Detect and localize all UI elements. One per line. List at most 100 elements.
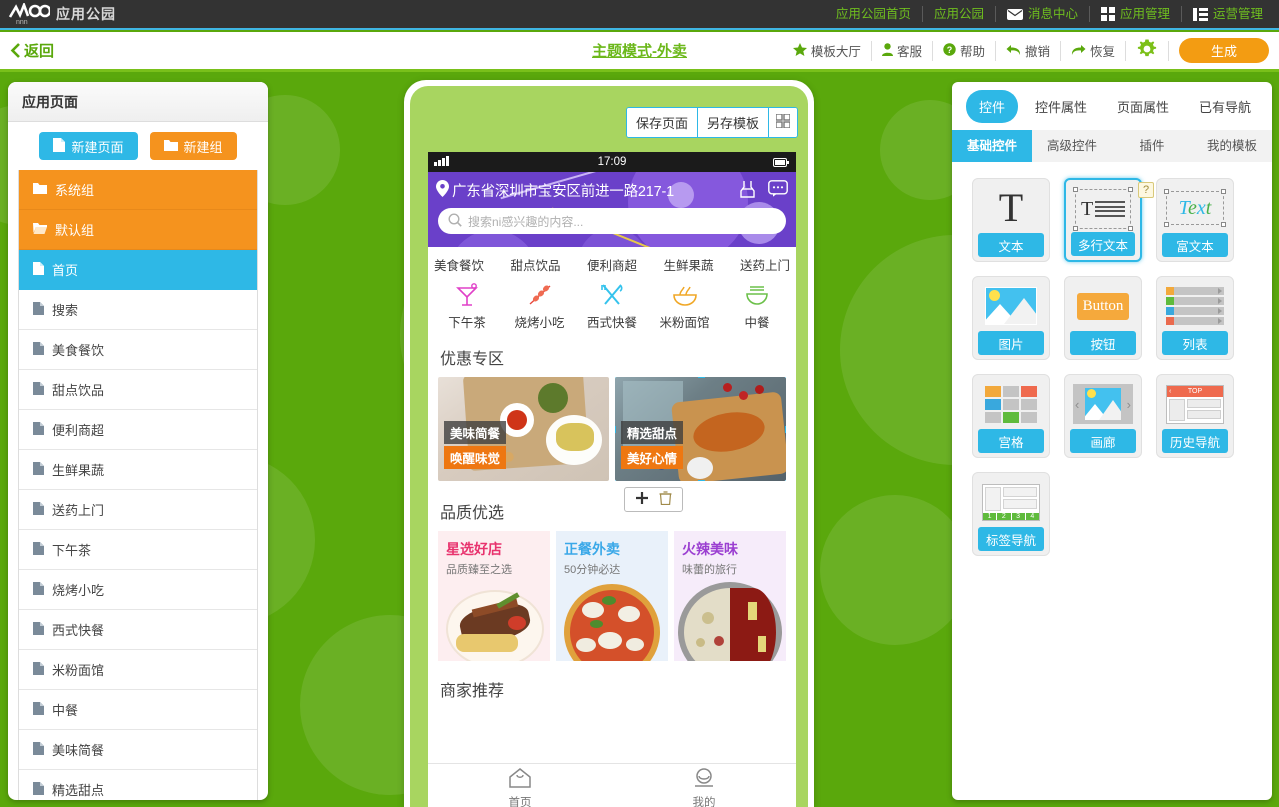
- search-input[interactable]: 搜索ni感兴趣的内容...: [438, 208, 786, 234]
- quick-item-afternoon-tea[interactable]: 下午茶: [434, 280, 500, 331]
- page-item-food[interactable]: 美食餐饮: [19, 330, 257, 370]
- category-item[interactable]: 美食餐饮: [434, 255, 484, 274]
- quality-card-2[interactable]: 正餐外卖 50分钟必达: [556, 531, 668, 661]
- topnav-item-appark[interactable]: 应用公园: [923, 6, 996, 22]
- tab-home[interactable]: 首页: [428, 764, 612, 807]
- multiline-text-icon: T: [1066, 184, 1140, 234]
- widget-list[interactable]: 列表: [1156, 276, 1234, 360]
- promo-tags-2: 精选甜点 美好心情: [621, 421, 684, 469]
- page-item-home[interactable]: 首页: [19, 250, 257, 290]
- quick-item-chinese[interactable]: 中餐: [724, 280, 790, 331]
- address-row[interactable]: 广东省深圳市宝安区前进一路217-1: [428, 172, 796, 208]
- widget-text[interactable]: T 文本: [972, 178, 1050, 262]
- widget-rich-text[interactable]: Text 富文本: [1156, 178, 1234, 262]
- help-badge[interactable]: ?: [1138, 182, 1154, 198]
- panel-action-buttons: 新建页面 新建组: [8, 122, 268, 168]
- help-button[interactable]: ? 帮助: [933, 40, 996, 61]
- subtab-plugins[interactable]: 插件: [1112, 130, 1192, 162]
- back-button[interactable]: 返回: [10, 40, 82, 61]
- customer-service-button[interactable]: 客服: [872, 40, 933, 61]
- page-item-western-fastfood[interactable]: 西式快餐: [19, 610, 257, 650]
- qr-grid-button[interactable]: [769, 108, 798, 137]
- page-item-simple-meal[interactable]: 美味简餐: [19, 730, 257, 770]
- topnav-item-app-management[interactable]: 应用管理: [1090, 6, 1182, 22]
- page-list[interactable]: 系统组 默认组 首页 搜索 美食餐饮 甜点饮品 便利商超 生鲜果蔬 送药上门 下…: [18, 170, 258, 800]
- topnav-item-operation-management[interactable]: 运营管理: [1182, 6, 1273, 22]
- settings-button[interactable]: [1126, 38, 1168, 63]
- page-item-label: 便利商超: [52, 423, 105, 438]
- gear-icon: [1136, 38, 1158, 63]
- resize-handle-tl[interactable]: [615, 377, 616, 378]
- tab-widgets[interactable]: 控件: [966, 89, 1019, 123]
- quality-card-1[interactable]: 星选好店 品质臻至之选: [438, 531, 550, 661]
- page-icon: [33, 661, 44, 678]
- tab-page-properties[interactable]: 页面属性: [1104, 90, 1182, 123]
- signal-icon: [434, 156, 449, 166]
- quick-item-noodle[interactable]: 米粉面馆: [652, 280, 718, 331]
- subtab-basic-widgets[interactable]: 基础控件: [952, 130, 1032, 162]
- phone-screen: 17:09 广东省深圳市宝安区前进一路217-1 搜索ni感兴趣的内容... 美…: [428, 152, 796, 807]
- widget-image[interactable]: 图片: [972, 276, 1050, 360]
- new-group-button[interactable]: 新建组: [149, 132, 237, 160]
- widget-tab-nav[interactable]: 1 2 3 4 标签导航: [972, 472, 1050, 556]
- page-item-chinese[interactable]: 中餐: [19, 690, 257, 730]
- resize-handle-bc[interactable]: [698, 480, 705, 481]
- quality-card-3[interactable]: 火辣美味 味蕾的旅行: [674, 531, 786, 661]
- page-item-convenience[interactable]: 便利商超: [19, 410, 257, 450]
- page-item-search[interactable]: 搜索: [19, 290, 257, 330]
- new-page-button[interactable]: 新建页面: [39, 132, 138, 160]
- page-item-bbq[interactable]: 烧烤小吃: [19, 570, 257, 610]
- resize-handle-br[interactable]: [785, 480, 786, 481]
- tab-widget-properties[interactable]: 控件属性: [1022, 90, 1100, 123]
- category-nav-row[interactable]: 美食餐饮 甜点饮品 便利商超 生鲜果蔬 送药上门: [428, 247, 796, 276]
- resize-handle-bl[interactable]: [615, 480, 616, 481]
- widget-button[interactable]: Button 按钮: [1064, 276, 1142, 360]
- promo-card-2[interactable]: 精选甜点 美好心情: [615, 377, 786, 481]
- widget-history-nav[interactable]: ‹ TOP 历史导航: [1156, 374, 1234, 458]
- resize-handle-tc[interactable]: [698, 377, 705, 378]
- page-item-dessert[interactable]: 甜点饮品: [19, 370, 257, 410]
- quick-icon-grid[interactable]: 下午茶 烧烤小吃 西式快餐 米粉面馆 中餐: [428, 276, 796, 339]
- template-hall-button[interactable]: 模板大厅: [783, 40, 872, 61]
- page-item-noodle[interactable]: 米粉面馆: [19, 650, 257, 690]
- subtab-my-templates[interactable]: 我的模板: [1192, 130, 1272, 162]
- topnav-item-home[interactable]: 应用公园首页: [825, 6, 923, 22]
- category-item[interactable]: 送药上门: [740, 255, 790, 274]
- widget-grid-cells[interactable]: 宫格: [972, 374, 1050, 458]
- plus-icon[interactable]: [635, 491, 649, 508]
- resize-handle-mr[interactable]: [785, 426, 786, 433]
- scan-icon[interactable]: [739, 179, 756, 202]
- save-template-button[interactable]: 另存模板: [698, 108, 770, 137]
- generate-button[interactable]: 生成: [1179, 38, 1269, 63]
- undo-button[interactable]: 撤销: [996, 40, 1061, 61]
- quick-item-western-fastfood[interactable]: 西式快餐: [579, 280, 645, 331]
- redo-button[interactable]: 恢复: [1061, 40, 1126, 61]
- topnav-item-messages[interactable]: 消息中心: [996, 6, 1090, 22]
- promo-card-1[interactable]: 美味简餐 唤醒味觉: [438, 377, 609, 481]
- resize-handle-tr[interactable]: [785, 377, 786, 378]
- chat-icon[interactable]: [768, 179, 788, 201]
- category-item[interactable]: 生鲜果蔬: [663, 255, 713, 274]
- topnav-label: 消息中心: [1027, 7, 1078, 21]
- save-page-button[interactable]: 保存页面: [627, 108, 699, 137]
- quality-row: 星选好店 品质臻至之选 正餐外卖 50分钟必达 火辣美味 味蕾的旅行: [428, 531, 796, 661]
- page-group-default[interactable]: 默认组: [19, 210, 257, 250]
- page-item-fresh[interactable]: 生鲜果蔬: [19, 450, 257, 490]
- location-pin-icon: [436, 179, 449, 201]
- page-item-medicine[interactable]: 送药上门: [19, 490, 257, 530]
- widget-multiline-text[interactable]: T ? 多行文本: [1064, 178, 1154, 262]
- page-group-system[interactable]: 系统组: [19, 170, 257, 210]
- resize-handle-ml[interactable]: [615, 426, 616, 433]
- trash-icon[interactable]: [659, 491, 672, 508]
- phone-tab-bar[interactable]: 首页 我的: [428, 763, 796, 807]
- category-item[interactable]: 甜点饮品: [510, 255, 560, 274]
- brand-logo-area[interactable]: nnn 应用公园: [8, 3, 116, 25]
- tab-mine[interactable]: 我的: [612, 764, 796, 807]
- subtab-advanced-widgets[interactable]: 高级控件: [1032, 130, 1112, 162]
- tab-existing-nav[interactable]: 已有导航: [1186, 90, 1264, 123]
- page-item-selected-dessert[interactable]: 精选甜点: [19, 770, 257, 800]
- category-item[interactable]: 便利商超: [587, 255, 637, 274]
- widget-gallery[interactable]: ‹ › 画廊: [1064, 374, 1142, 458]
- quick-item-bbq[interactable]: 烧烤小吃: [507, 280, 573, 331]
- page-item-afternoon-tea[interactable]: 下午茶: [19, 530, 257, 570]
